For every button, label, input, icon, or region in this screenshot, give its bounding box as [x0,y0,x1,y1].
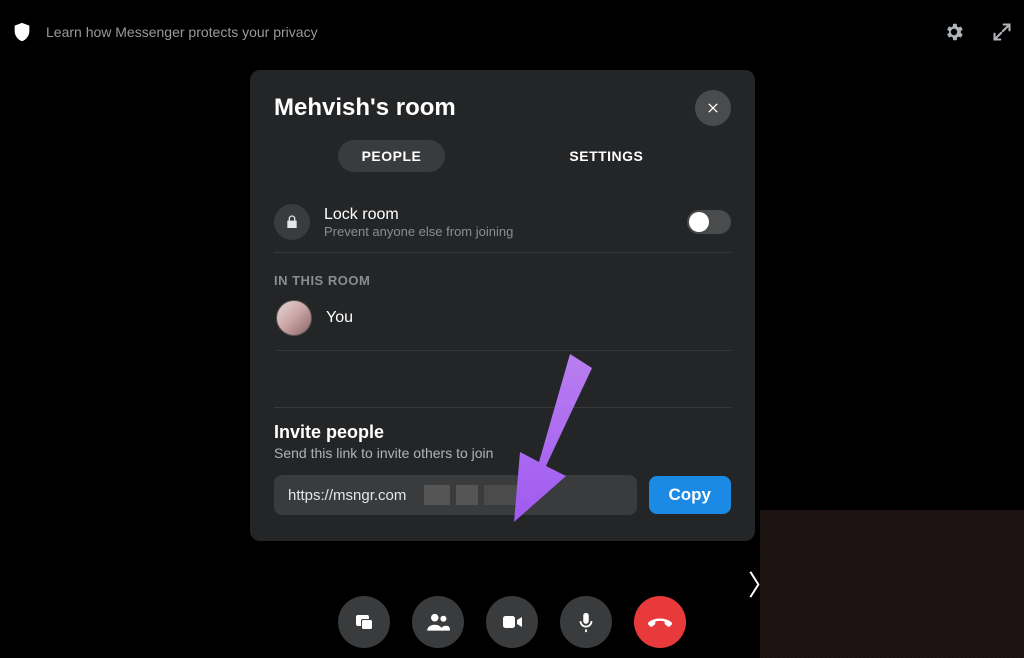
section-in-room: IN THIS ROOM [274,273,731,288]
people-icon [425,609,451,635]
call-control-bar [338,596,686,648]
tab-people[interactable]: PEOPLE [338,140,446,172]
list-item: You [276,300,731,351]
gear-icon[interactable] [942,20,966,44]
video-button[interactable] [486,596,538,648]
lock-text: Lock room Prevent anyone else from joini… [324,206,687,239]
top-bar-right [942,20,1014,44]
participants-button[interactable] [412,596,464,648]
invite-link-input[interactable]: https://msngr.com [274,475,637,515]
room-modal: Mehvish's room PEOPLE SETTINGS Lock room… [250,70,755,541]
close-button[interactable] [695,90,731,126]
lock-subtitle: Prevent anyone else from joining [324,224,687,239]
top-bar-left: Learn how Messenger protects your privac… [10,20,318,44]
lock-icon [284,214,300,230]
copy-button[interactable]: Copy [649,476,732,514]
invite-subtitle: Send this link to invite others to join [274,445,731,461]
redacted-segment [424,485,450,505]
hangup-button[interactable] [634,596,686,648]
lock-title: Lock room [324,206,687,224]
redacted-segment [484,485,524,505]
divider [274,407,731,408]
invite-link-text: https://msngr.com [288,487,406,504]
invite-row: https://msngr.com Copy [274,475,731,515]
modal-header: Mehvish's room [274,90,731,126]
microphone-icon [575,611,597,633]
participant-name: You [326,309,353,327]
chevron-right-icon[interactable]: 〉 [748,564,776,604]
tab-settings[interactable]: SETTINGS [545,140,667,172]
share-screen-icon [352,610,376,634]
share-screen-button[interactable] [338,596,390,648]
privacy-link[interactable]: Learn how Messenger protects your privac… [46,24,318,40]
hangup-icon [646,608,674,636]
toggle-knob [689,212,709,232]
video-preview-panel: 〉 [760,510,1024,658]
shield-icon [10,20,34,44]
avatar [276,300,312,336]
top-bar: Learn how Messenger protects your privac… [10,20,1014,44]
modal-title: Mehvish's room [274,94,456,122]
lock-room-row: Lock room Prevent anyone else from joini… [274,194,731,253]
tabs: PEOPLE SETTINGS [274,140,731,172]
close-icon [705,100,721,116]
lock-icon-wrap [274,204,310,240]
microphone-button[interactable] [560,596,612,648]
redacted-segment [456,485,478,505]
expand-icon[interactable] [990,20,1014,44]
lock-room-toggle[interactable] [687,210,731,234]
invite-title: Invite people [274,422,731,443]
camera-icon [500,610,524,634]
